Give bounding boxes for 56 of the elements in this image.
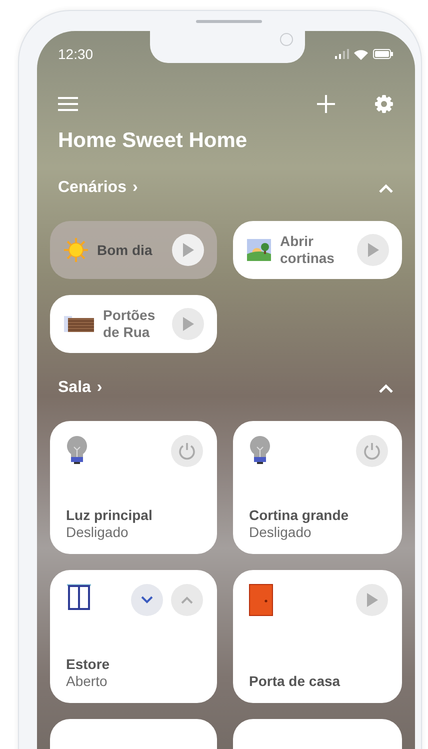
collapse-button[interactable]	[378, 183, 394, 193]
raise-button[interactable]	[171, 584, 203, 616]
device-status: Aberto	[66, 673, 108, 689]
collapse-button[interactable]	[378, 383, 394, 393]
power-button[interactable]	[171, 435, 203, 467]
device-name: Cortina grande	[249, 507, 350, 523]
scene-card[interactable]: Abrir cortinas	[233, 221, 402, 279]
battery-icon	[373, 49, 393, 59]
scene-label: Abrir cortinas	[280, 233, 336, 267]
scene-label: Portões de Rua	[103, 307, 156, 341]
play-button[interactable]	[172, 234, 204, 266]
play-icon	[182, 243, 194, 257]
power-icon	[363, 442, 381, 460]
window-blind-icon	[66, 584, 92, 610]
signal-icon	[335, 49, 349, 59]
gate-icon	[64, 315, 94, 333]
section-link[interactable]: Sala ›	[58, 379, 102, 397]
device-status: Desligado	[249, 524, 312, 540]
lower-button[interactable]	[131, 584, 163, 616]
home-title: Home Sweet Home	[58, 129, 248, 153]
device-card[interactable]: Luz principal Desligado	[50, 421, 217, 554]
device-name: Porta de casa	[249, 673, 342, 689]
play-icon	[366, 593, 378, 607]
section-link[interactable]: Cenários ›	[58, 179, 138, 197]
speaker-grille	[196, 20, 262, 23]
camera-lens	[280, 33, 293, 46]
scene-card[interactable]: Portões de Rua	[50, 295, 217, 353]
device-card[interactable]: Porta de casa	[233, 570, 402, 703]
device-status: Desligado	[66, 524, 130, 540]
device-card[interactable]	[233, 719, 402, 749]
scene-label: Bom dia	[97, 242, 154, 258]
landscape-icon	[247, 239, 271, 261]
menu-button[interactable]	[58, 96, 78, 112]
device-card[interactable]: Cortina grande Desligado	[233, 421, 402, 554]
door-icon	[249, 584, 273, 616]
device-card[interactable]: Estore Aberto	[50, 570, 217, 703]
power-button[interactable]	[356, 435, 388, 467]
add-button[interactable]	[316, 94, 336, 114]
device-card[interactable]	[50, 719, 217, 749]
play-button[interactable]	[356, 584, 388, 616]
status-time: 12:30	[58, 46, 94, 62]
scene-card[interactable]: Bom dia	[50, 221, 217, 279]
wifi-icon	[354, 48, 368, 60]
device-name: Estore	[66, 656, 111, 672]
chevron-down-icon	[141, 596, 153, 604]
play-button[interactable]	[172, 308, 204, 340]
sun-icon	[64, 238, 88, 262]
play-icon	[367, 243, 379, 257]
play-icon	[182, 317, 194, 331]
light-bulb-icon	[249, 435, 271, 465]
chevron-up-icon	[181, 596, 193, 604]
play-button[interactable]	[357, 234, 389, 266]
settings-button[interactable]	[374, 94, 394, 114]
device-name: Luz principal	[66, 507, 154, 523]
power-icon	[178, 442, 196, 460]
light-bulb-icon	[66, 435, 88, 465]
